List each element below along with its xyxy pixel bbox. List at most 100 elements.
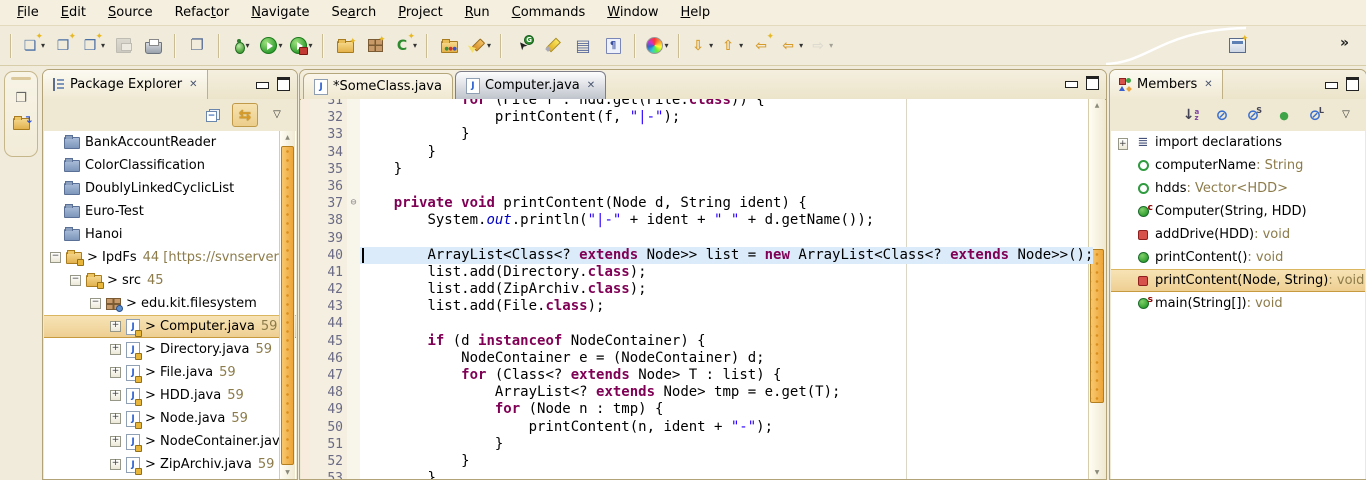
scrollbar-thumb[interactable] — [281, 146, 294, 465]
scrollbar-thumb[interactable] — [1090, 249, 1104, 403]
code-text[interactable]: } — [360, 161, 1088, 178]
open-view-button[interactable] — [10, 112, 32, 132]
code-line[interactable]: 49 for (Node n : tmp) { — [310, 401, 1088, 418]
minimize-button[interactable] — [1065, 81, 1078, 88]
trim-drag-handle[interactable] — [11, 77, 31, 80]
editor-tab-someclassjava[interactable]: J*SomeClass.java — [303, 73, 453, 99]
menu-edit[interactable]: Edit — [50, 2, 97, 23]
code-line[interactable]: 35 } — [310, 161, 1088, 178]
expander-icon[interactable]: + — [110, 367, 121, 378]
new-view-button[interactable]: ▾ — [79, 33, 107, 59]
tree-item[interactable]: +J> File.java59 — [44, 361, 296, 384]
collapse-all-button[interactable] — [201, 104, 225, 126]
new-project-button[interactable] — [331, 33, 359, 59]
menu-navigate[interactable]: Navigate — [240, 2, 320, 23]
new-wizard-button[interactable]: ▾ — [19, 33, 47, 59]
dropdown-arrow-icon[interactable]: ▾ — [413, 41, 417, 50]
expander-icon[interactable]: + — [110, 390, 121, 401]
tree-item[interactable]: −> IpdFs44 [https://svnserver.i — [44, 246, 296, 269]
code-text[interactable] — [360, 178, 1088, 195]
menu-run[interactable]: Run — [454, 2, 501, 23]
run-button[interactable]: ▾ — [257, 33, 285, 59]
member-item[interactable]: +import declarations — [1111, 131, 1365, 154]
code-line[interactable]: 50 printContent(n, ident + "-"); — [310, 419, 1088, 436]
tree-item[interactable]: Hanoi — [44, 223, 296, 246]
print-button[interactable] — [139, 33, 167, 59]
code-line[interactable]: 43 list.add(File.class); — [310, 298, 1088, 315]
editor-tab-computerjava[interactable]: JComputer.java✕ — [455, 71, 606, 99]
menu-commands[interactable]: Commands — [501, 2, 597, 23]
package-explorer-scrollbar[interactable]: ▲ ▼ — [279, 131, 295, 479]
tree-item[interactable]: +J> ZipArchiv.java59 — [44, 453, 296, 476]
code-text[interactable]: NodeContainer e = (NodeContainer) d; — [360, 350, 1088, 367]
code-text[interactable]: ArrayList<? extends Node> tmp = e.get(T)… — [360, 384, 1088, 401]
sort-members-button[interactable]: az — [1179, 104, 1203, 126]
code-line[interactable]: 51 } — [310, 436, 1088, 453]
tree-item[interactable]: −> edu.kit.filesystem — [44, 292, 296, 315]
scroll-down-icon[interactable]: ▼ — [280, 466, 295, 479]
menu-file[interactable]: File — [6, 2, 50, 23]
expander-icon[interactable]: + — [1118, 138, 1128, 150]
dropdown-arrow-icon[interactable]: ▾ — [246, 41, 250, 50]
dropdown-arrow-icon[interactable]: ▾ — [665, 41, 669, 50]
menu-project[interactable]: Project — [387, 2, 454, 23]
code-line[interactable]: 42 list.add(ZipArchiv.class); — [310, 281, 1088, 298]
dropdown-arrow-icon[interactable]: ▾ — [739, 41, 743, 50]
show-public-members-button[interactable] — [1272, 104, 1296, 126]
code-line[interactable]: 31 for (File f : hdd.get(File.class)) { — [310, 99, 1088, 109]
menu-window[interactable]: Window — [596, 2, 669, 23]
view-menu-button[interactable] — [265, 104, 289, 126]
tree-item[interactable]: Euro-Test — [44, 200, 296, 223]
tree-item[interactable]: +J> Node.java59 — [44, 407, 296, 430]
fold-marker-icon[interactable]: ⊖ — [347, 195, 360, 212]
tree-item[interactable]: DoublyLinkedCyclicList — [44, 177, 296, 200]
forward-button[interactable]: ▾ — [807, 33, 835, 59]
scroll-up-icon[interactable]: ▲ — [1089, 99, 1105, 112]
member-item[interactable]: printContent() : void — [1111, 246, 1365, 269]
member-item[interactable]: addDrive(HDD) : void — [1111, 223, 1365, 246]
dropdown-arrow-icon[interactable]: ▾ — [41, 41, 45, 50]
hide-fields-button[interactable] — [1210, 104, 1234, 126]
tree-item[interactable]: −> src45 — [44, 269, 296, 292]
dropdown-arrow-icon[interactable]: ▾ — [829, 41, 833, 50]
open-type-button[interactable]: ● — [435, 33, 463, 59]
new-class-button[interactable]: ▾ — [391, 33, 419, 59]
hide-local-types-button[interactable]: L — [1303, 104, 1327, 126]
code-line[interactable]: 48 ArrayList<? extends Node> tmp = e.get… — [310, 384, 1088, 401]
member-item[interactable]: hdds : Vector<HDD> — [1111, 177, 1365, 200]
code-text[interactable]: System.out.println("|-" + ident + " " + … — [360, 212, 1088, 229]
tab-members[interactable]: Members ✕ — [1110, 70, 1223, 99]
code-line[interactable]: 38 System.out.println("|-" + ident + " "… — [310, 212, 1088, 229]
run-external-tools-button[interactable]: ▾ — [287, 33, 315, 59]
code-line[interactable]: 47 for (Class<? extends Node> T : list) … — [310, 367, 1088, 384]
java-perspective-button[interactable] — [1223, 32, 1251, 58]
code-text[interactable] — [360, 315, 1088, 332]
expander-icon[interactable]: + — [110, 459, 121, 470]
code-line[interactable]: 41 list.add(Directory.class); — [310, 264, 1088, 281]
code-text[interactable]: if (d instanceof NodeContainer) { — [360, 333, 1088, 350]
code-text[interactable]: for (File f : hdd.get(File.class)) { — [360, 99, 1088, 109]
expander-icon[interactable]: − — [50, 252, 61, 263]
show-whitespace-button[interactable] — [599, 33, 627, 59]
next-annotation-button[interactable]: ▾ — [687, 33, 715, 59]
code-line[interactable]: 53 } — [310, 470, 1088, 479]
java-editor[interactable]: 31 for (File f : hdd.get(File.class)) { 3… — [301, 99, 1105, 479]
last-edit-location-button[interactable] — [747, 33, 775, 59]
maximize-button[interactable] — [277, 77, 290, 91]
debug-button[interactable]: ▾ — [227, 33, 255, 59]
code-line[interactable]: 39 — [310, 230, 1088, 247]
minimize-button[interactable] — [256, 82, 269, 89]
scroll-down-icon[interactable]: ▼ — [1089, 466, 1105, 479]
tree-item[interactable]: BankAccountReader — [44, 131, 296, 154]
expander-icon[interactable]: + — [110, 321, 121, 332]
expander-icon[interactable]: + — [110, 344, 121, 355]
code-text[interactable]: list.add(Directory.class); — [360, 264, 1088, 281]
member-item[interactable]: cComputer(String, HDD) — [1111, 200, 1365, 223]
menu-refactor[interactable]: Refactor — [164, 2, 241, 23]
expander-icon[interactable]: − — [70, 275, 81, 286]
view-menu-button[interactable] — [1334, 104, 1358, 126]
tree-item[interactable]: +J> NodeContainer.java — [44, 430, 296, 453]
code-line[interactable]: 34 } — [310, 144, 1088, 161]
show-source-button[interactable] — [569, 33, 597, 59]
menu-help[interactable]: Help — [670, 2, 722, 23]
